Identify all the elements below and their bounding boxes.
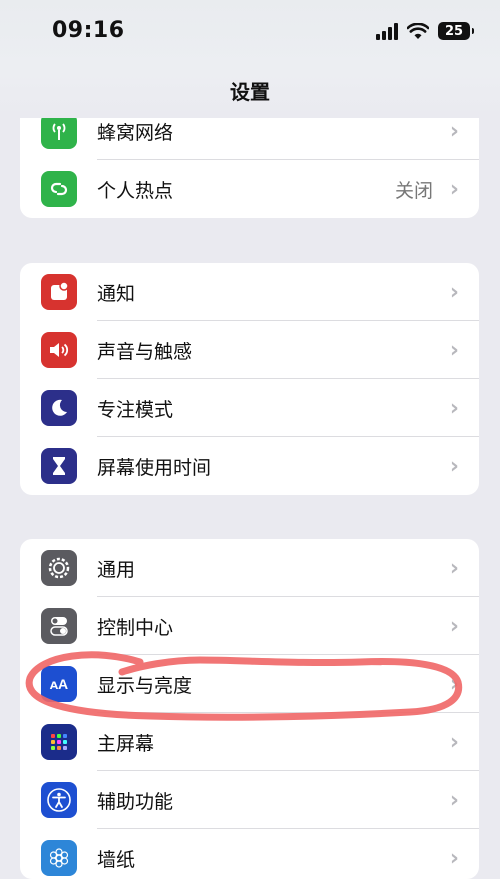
settings-row-accessibility[interactable]: 辅助功能 ›: [20, 771, 479, 829]
chevron-right-icon: ›: [449, 337, 459, 363]
settings-row-label: 专注模式: [97, 398, 174, 421]
settings-row-label: 通知: [97, 282, 136, 305]
settings-row-sounds[interactable]: 声音与触感 ›: [20, 321, 479, 379]
settings-group-network: 蜂窝网络 › 个人热点 关闭 ›: [20, 102, 479, 218]
battery-icon: 25: [438, 22, 474, 40]
wallpaper-icon: [41, 840, 77, 876]
home-screen-icon: [41, 724, 77, 760]
cellular-signal-icon: [376, 22, 398, 40]
settings-row-wallpaper[interactable]: 墙纸 ›: [20, 829, 479, 879]
settings-row-label: 辅助功能: [97, 790, 174, 813]
chevron-right-icon: ›: [449, 555, 459, 581]
settings-row-notifications[interactable]: 通知 ›: [20, 263, 479, 321]
settings-row-focus[interactable]: 专注模式 ›: [20, 379, 479, 437]
settings-row-general[interactable]: 通用 ›: [20, 539, 479, 597]
settings-row-control-center[interactable]: 控制中心 ›: [20, 597, 479, 655]
chevron-right-icon: ›: [449, 118, 459, 144]
moon-icon: [41, 390, 77, 426]
settings-row-label: 控制中心: [97, 616, 174, 639]
page-title: 设置: [230, 80, 270, 104]
hotspot-icon: [41, 171, 77, 207]
wifi-icon: [407, 22, 429, 39]
chevron-right-icon: ›: [449, 729, 459, 755]
chevron-right-icon: ›: [449, 613, 459, 639]
chevron-right-icon: ›: [449, 395, 459, 421]
settings-row-label: 显示与亮度: [97, 674, 193, 697]
chevron-right-icon: ›: [449, 279, 459, 305]
settings-row-label: 屏幕使用时间: [97, 456, 212, 479]
settings-group-general: 通用 › 控制中心 › ᴀA 显示与亮度 › 主屏幕 › 辅助功能 › 墙纸 ›: [20, 539, 479, 879]
chevron-right-icon: ›: [449, 453, 459, 479]
settings-row-label: 墙纸: [97, 848, 136, 871]
toggles-icon: [41, 608, 77, 644]
status-icons: 25: [376, 22, 474, 40]
chevron-right-icon: ›: [449, 845, 459, 871]
settings-row-home-screen[interactable]: 主屏幕 ›: [20, 713, 479, 771]
chevron-right-icon: ›: [449, 671, 459, 697]
display-brightness-icon: ᴀA: [41, 666, 77, 702]
chevron-right-icon: ›: [449, 787, 459, 813]
settings-group-notifications: 通知 › 声音与触感 › 专注模式 › 屏幕使用时间 ›: [20, 263, 479, 495]
hotspot-status-value: 关闭: [394, 179, 433, 202]
settings-row-label: 蜂窝网络: [97, 121, 174, 144]
hourglass-icon: [41, 448, 77, 484]
status-time: 09:16: [52, 18, 125, 43]
settings-row-label: 个人热点: [97, 179, 174, 202]
gear-icon: [41, 550, 77, 586]
cellular-icon: [41, 113, 77, 149]
settings-row-label: 主屏幕: [97, 732, 155, 755]
status-and-nav-bar: 09:16 25 设置: [0, 0, 500, 118]
chevron-right-icon: ›: [449, 176, 459, 202]
settings-row-label: 声音与触感: [97, 340, 193, 363]
accessibility-icon: [41, 782, 77, 818]
sound-icon: [41, 332, 77, 368]
settings-row-display-brightness[interactable]: ᴀA 显示与亮度 ›: [20, 655, 479, 713]
settings-row-screen-time[interactable]: 屏幕使用时间 ›: [20, 437, 479, 495]
settings-row-label: 通用: [97, 558, 136, 581]
notifications-icon: [41, 274, 77, 310]
settings-row-hotspot[interactable]: 个人热点 关闭 ›: [20, 160, 479, 218]
